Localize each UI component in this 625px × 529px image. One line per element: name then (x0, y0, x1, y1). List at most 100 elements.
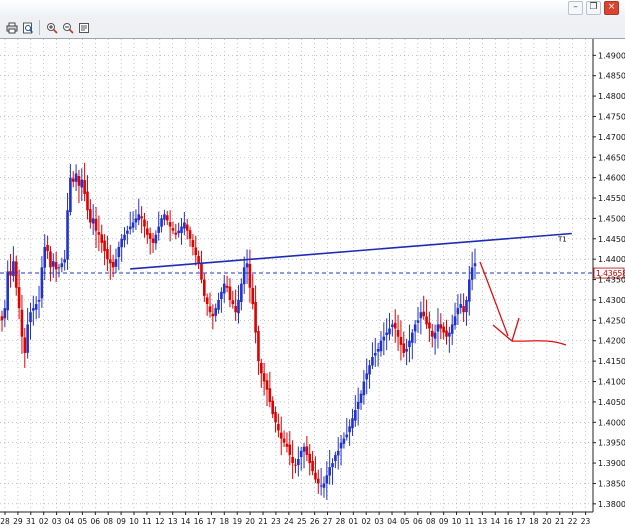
x-tick-label: 04 (387, 517, 397, 526)
candle-body (428, 322, 431, 329)
candle-body (240, 283, 243, 302)
candle-body (271, 400, 274, 415)
x-tick-label: 08 (426, 517, 436, 526)
candle-body (185, 224, 189, 231)
candle-body (23, 337, 27, 353)
window-controls: – ❐ × (568, 1, 619, 15)
candle-body (103, 240, 106, 252)
candle-body (106, 248, 109, 260)
candle-body (6, 271, 9, 311)
y-tick-label: 1.49000 (598, 51, 625, 60)
close-button[interactable]: × (604, 1, 619, 15)
x-tick-label: 21 (258, 517, 268, 526)
candle-body (220, 291, 223, 300)
candle-body (445, 330, 448, 337)
candle-body (51, 261, 55, 267)
minimize-button[interactable]: – (568, 1, 583, 15)
candle-body (154, 234, 158, 244)
y-tick-label: 1.44500 (598, 235, 625, 244)
candle-body (60, 263, 64, 268)
candle-body (211, 313, 215, 317)
zoom-in-icon[interactable] (44, 20, 59, 35)
candle-body (322, 483, 326, 488)
candle-body (40, 267, 44, 299)
candle-body (342, 438, 346, 444)
candle-body (200, 263, 203, 280)
candle-body (54, 262, 58, 270)
candle-body (94, 218, 98, 231)
y-tick-label: 1.44000 (598, 255, 625, 264)
candle-body (29, 312, 32, 323)
candle-body (345, 434, 349, 438)
candle-body (413, 324, 417, 332)
candle-body (231, 300, 235, 305)
y-tick-label: 1.38000 (598, 500, 625, 509)
candle-body (456, 308, 460, 315)
x-tick-label: 29 (13, 517, 23, 526)
candle-body (294, 464, 297, 466)
print-preview-icon[interactable] (20, 20, 35, 35)
candle-body (17, 287, 21, 309)
candle-body (391, 324, 394, 328)
candle-body (325, 475, 329, 484)
restore-button[interactable]: ❐ (586, 1, 601, 15)
candle-body (302, 446, 306, 452)
candle-body (57, 267, 61, 269)
x-tick-label: 21 (555, 517, 565, 526)
y-tick-label: 1.47000 (598, 133, 625, 142)
candle-body (134, 218, 138, 223)
candle-body (442, 326, 445, 333)
x-tick-label: 27 (323, 517, 333, 526)
x-tick-label: 16 (194, 517, 204, 526)
candle-body (146, 228, 149, 235)
x-tick-label: 18 (529, 517, 539, 526)
x-tick-label: 06 (91, 517, 101, 526)
candle-body (462, 306, 465, 313)
x-tick-label: 09 (116, 517, 126, 526)
candle-body (117, 246, 121, 258)
candle-body (248, 263, 252, 288)
candle-body (43, 246, 47, 268)
y-tick-label: 1.43000 (598, 296, 625, 305)
x-tick-label: 20 (542, 517, 552, 526)
x-tick-label: 13 (478, 517, 488, 526)
candle-body (228, 286, 232, 300)
x-tick-label: 18 (220, 517, 230, 526)
candle-body (274, 412, 277, 423)
price-chart[interactable]: T11.43658 1.490001.485001.480001.475001.… (0, 39, 625, 529)
candle-body (359, 393, 363, 403)
x-tick-label: 31 (26, 517, 36, 526)
x-tick-label: 28 (336, 517, 346, 526)
zoom-out-icon[interactable] (60, 20, 75, 35)
candle-body (168, 222, 172, 227)
candle-body (46, 244, 49, 252)
candle-body (430, 330, 434, 337)
candle-body (285, 443, 289, 447)
x-tick-label: 12 (155, 517, 165, 526)
candle-body (282, 438, 286, 443)
properties-icon[interactable] (76, 20, 91, 35)
candle-body (157, 226, 161, 233)
candle-body (37, 299, 41, 302)
candle-body (279, 432, 283, 439)
candle-body (49, 251, 52, 268)
x-tick-label: 20 (245, 517, 255, 526)
y-tick-label: 1.47500 (598, 112, 625, 121)
y-tick-label: 1.48500 (598, 72, 625, 81)
candle-body (299, 450, 303, 458)
x-tick-label: 23 (581, 517, 591, 526)
candle-body (143, 219, 146, 227)
candle-body (66, 210, 69, 260)
x-tick-label: 02 (39, 517, 49, 526)
candle-body (319, 485, 323, 487)
x-tick-label: 03 (52, 517, 62, 526)
candle-body (74, 173, 78, 182)
x-tick-label: 11 (142, 517, 152, 526)
print-icon[interactable] (4, 20, 19, 35)
candle-body (26, 324, 29, 353)
candle-body (433, 332, 437, 339)
candle-body (416, 320, 420, 323)
candle-body (140, 216, 143, 219)
y-tick-label: 1.46500 (598, 153, 625, 162)
trendline-label: T1 (557, 236, 567, 244)
